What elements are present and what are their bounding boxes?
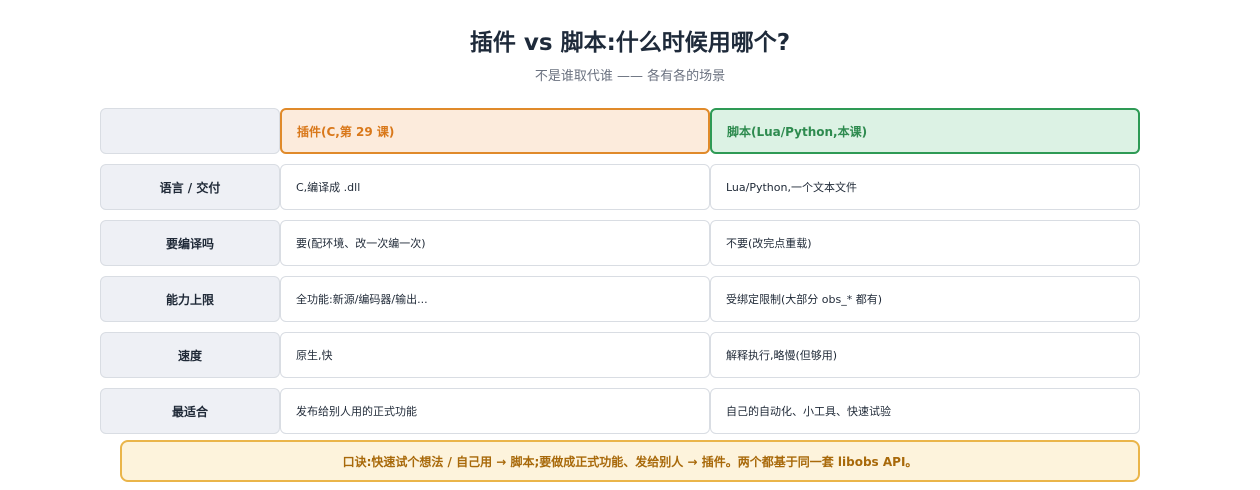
script-cell: 解释执行,略慢(但够用) [710, 332, 1140, 378]
plugin-cell: 原生,快 [280, 332, 710, 378]
mnemonic-tip-box: 口诀:快速试个想法 / 自己用 → 脚本;要做成正式功能、发给别人 → 插件。两… [120, 440, 1140, 482]
header-corner-cell [100, 108, 280, 154]
script-cell: 自己的自动化、小工具、快速试验 [710, 388, 1140, 434]
row-label: 要编译吗 [100, 220, 280, 266]
script-cell: 受绑定限制(大部分 obs_* 都有) [710, 276, 1140, 322]
header-plugin: 插件(C,第 29 课) [280, 108, 710, 154]
table-row: 语言 / 交付 C,编译成 .dll Lua/Python,一个文本文件 [100, 164, 1140, 210]
plugin-cell: 要(配环境、改一次编一次) [280, 220, 710, 266]
row-label: 能力上限 [100, 276, 280, 322]
table-row: 速度 原生,快 解释执行,略慢(但够用) [100, 332, 1140, 378]
page-title: 插件 vs 脚本:什么时候用哪个? [469, 30, 791, 56]
row-label: 语言 / 交付 [100, 164, 280, 210]
script-cell: Lua/Python,一个文本文件 [710, 164, 1140, 210]
table-row: 能力上限 全功能:新源/编码器/输出... 受绑定限制(大部分 obs_* 都有… [100, 276, 1140, 322]
row-label: 速度 [100, 332, 280, 378]
mnemonic-tip-text: 口诀:快速试个想法 / 自己用 → 脚本;要做成正式功能、发给别人 → 插件。两… [342, 454, 918, 469]
row-label: 最适合 [100, 388, 280, 434]
table-header-row: 插件(C,第 29 课) 脚本(Lua/Python,本课) [100, 108, 1140, 154]
table-row: 最适合 发布给别人用的正式功能 自己的自动化、小工具、快速试验 [100, 388, 1140, 434]
script-cell: 不要(改完点重载) [710, 220, 1140, 266]
comparison-table: 插件(C,第 29 课) 脚本(Lua/Python,本课) 语言 / 交付 C… [100, 108, 1140, 444]
plugin-cell: 发布给别人用的正式功能 [280, 388, 710, 434]
header-script: 脚本(Lua/Python,本课) [710, 108, 1140, 154]
plugin-cell: C,编译成 .dll [280, 164, 710, 210]
table-row: 要编译吗 要(配环境、改一次编一次) 不要(改完点重载) [100, 220, 1140, 266]
plugin-cell: 全功能:新源/编码器/输出... [280, 276, 710, 322]
page-subtitle: 不是谁取代谁 —— 各有各的场景 [534, 69, 726, 84]
